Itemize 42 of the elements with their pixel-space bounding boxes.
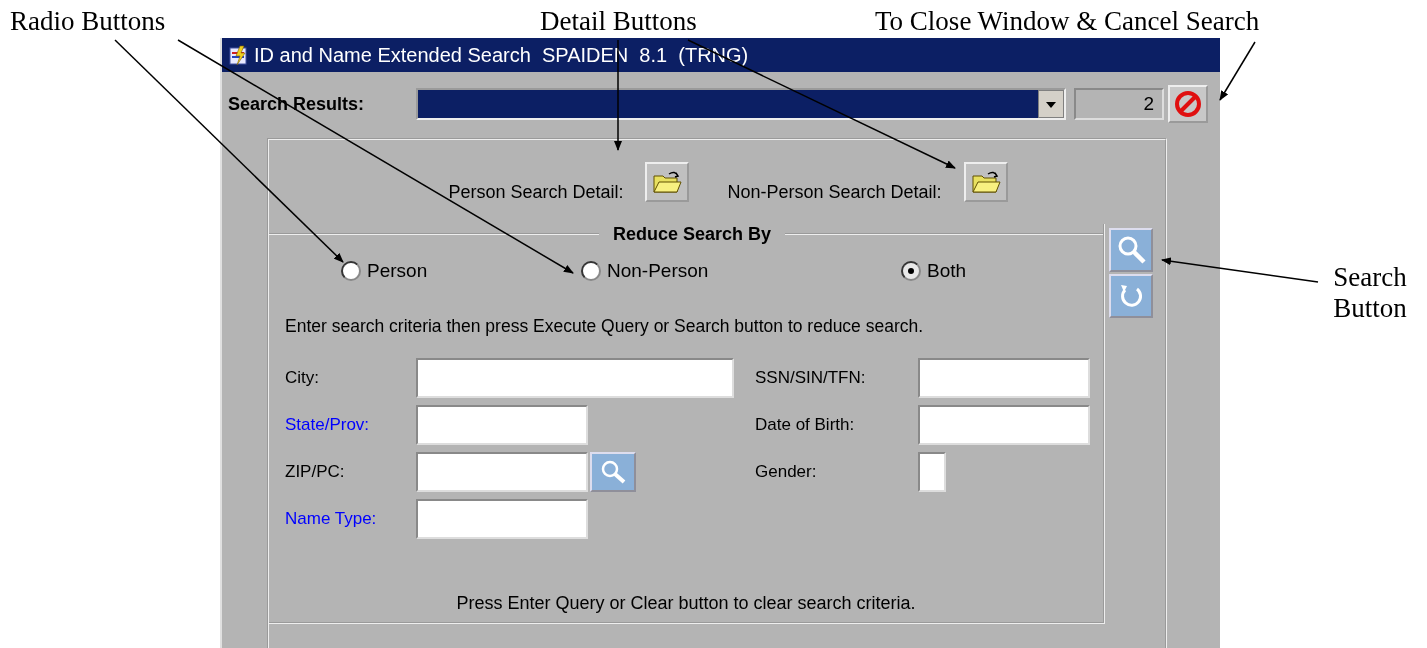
field-label: ZIP/PC: xyxy=(285,461,346,482)
app-icon xyxy=(228,44,250,66)
input-field[interactable] xyxy=(918,404,1090,445)
footer-text: Press Enter Query or Clear button to clear search criteria. xyxy=(455,593,917,614)
input-field[interactable] xyxy=(918,357,1090,398)
field-label: SSN/SIN/TFN: xyxy=(755,367,867,388)
window-title: ID and Name Extended Search SPAIDEN 8.1 (TRNG) xyxy=(254,43,749,67)
instruction-text: Enter search criteria then press Execute Query or Search button to reduce search. xyxy=(284,316,925,337)
field-label: Gender: xyxy=(755,461,818,482)
annotation-label: To Close Window & Cancel Search xyxy=(875,6,1260,37)
radio-label: Both xyxy=(927,260,967,282)
annotation-label: Search Button xyxy=(1332,262,1408,324)
input-field[interactable] xyxy=(416,404,588,445)
result-count: 2 xyxy=(1074,88,1164,120)
field-label: City: xyxy=(285,367,320,388)
detail-label: Non-Person Search Detail: xyxy=(727,181,942,203)
search-results-dropdown[interactable] xyxy=(416,88,1066,120)
field-label: Name Type: xyxy=(285,508,378,529)
radio-button[interactable] xyxy=(901,261,921,281)
input-field[interactable] xyxy=(918,451,946,492)
detail-button[interactable] xyxy=(645,162,690,202)
no-entry-icon xyxy=(1173,89,1203,119)
annotation-label: Radio Buttons xyxy=(10,6,166,37)
field-label: State/Prov: xyxy=(285,414,371,435)
radio-button[interactable] xyxy=(581,261,601,281)
radio-button[interactable] xyxy=(341,261,361,281)
detail-button[interactable] xyxy=(963,162,1008,202)
radio-label: Person xyxy=(367,260,428,282)
annotation-label: Detail Buttons xyxy=(540,6,697,37)
detail-label: Person Search Detail: xyxy=(448,181,624,203)
input-field[interactable] xyxy=(416,357,734,398)
search-button[interactable] xyxy=(1109,228,1153,272)
group-title: Reduce Search By xyxy=(612,223,773,245)
input-field[interactable] xyxy=(416,451,588,492)
field-label: Date of Birth: xyxy=(755,414,856,435)
search-results-label: Search Results: xyxy=(228,93,366,115)
radio-label: Non-Person xyxy=(607,260,709,282)
input-field[interactable] xyxy=(416,498,588,539)
undo-button[interactable] xyxy=(1109,274,1153,318)
close-button[interactable] xyxy=(1168,85,1208,123)
search-button[interactable] xyxy=(590,451,636,492)
arrow xyxy=(1219,41,1256,101)
